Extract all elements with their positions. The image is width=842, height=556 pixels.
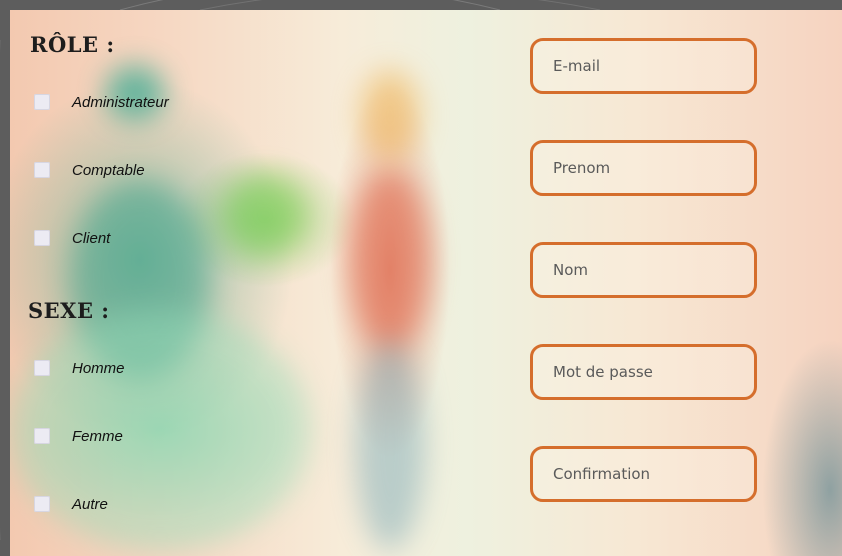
background-illustration-legs [355, 340, 425, 550]
password-input[interactable] [551, 362, 754, 382]
prenom-input[interactable] [551, 158, 754, 178]
nom-field[interactable] [530, 242, 757, 298]
background-illustration-plant [225, 175, 305, 255]
confirmation-field[interactable] [530, 446, 757, 502]
sexe-option-femme[interactable]: Femme [34, 425, 123, 447]
role-label-comptable: Comptable [72, 161, 145, 179]
email-input[interactable] [551, 56, 754, 76]
role-checkbox-comptable[interactable] [34, 162, 50, 178]
sexe-checkbox-homme[interactable] [34, 360, 50, 376]
password-field[interactable] [530, 344, 757, 400]
role-option-administrateur[interactable]: Administrateur [34, 91, 169, 113]
role-label-administrateur: Administrateur [72, 93, 169, 111]
sexe-option-homme[interactable]: Homme [34, 357, 125, 379]
sexe-heading: SEXE : [28, 298, 110, 323]
prenom-field[interactable] [530, 140, 757, 196]
email-field[interactable] [530, 38, 757, 94]
background-illustration [105, 65, 165, 120]
role-option-comptable[interactable]: Comptable [34, 159, 145, 181]
sexe-checkbox-autre[interactable] [34, 496, 50, 512]
background-illustration-hair [360, 70, 420, 160]
sexe-checkbox-femme[interactable] [34, 428, 50, 444]
background-illustration-person-right [350, 170, 430, 350]
background-illustration-counter [10, 310, 310, 550]
sexe-label-femme: Femme [72, 427, 123, 445]
form-panel: RÔLE : Administrateur Comptable Client S… [10, 10, 842, 556]
role-checkbox-administrateur[interactable] [34, 94, 50, 110]
role-option-client[interactable]: Client [34, 227, 110, 249]
confirmation-input[interactable] [551, 464, 754, 484]
sexe-label-autre: Autre [72, 495, 108, 513]
sexe-label-homme: Homme [72, 359, 125, 377]
role-heading: RÔLE : [30, 32, 115, 57]
role-checkbox-client[interactable] [34, 230, 50, 246]
sexe-option-autre[interactable]: Autre [34, 493, 108, 515]
nom-input[interactable] [551, 260, 754, 280]
role-label-client: Client [72, 229, 111, 247]
